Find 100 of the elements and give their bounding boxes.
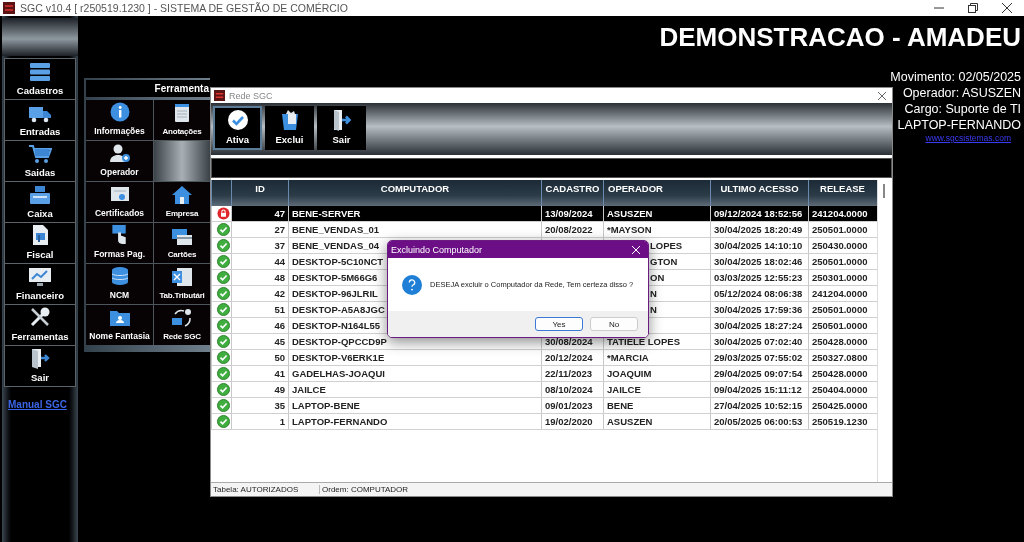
info-text: Movimento: 02/05/2025	[890, 69, 1021, 85]
table-cell: 20/05/2025 06:00:53	[710, 414, 808, 429]
folder-user-icon	[108, 309, 131, 327]
restore-icon[interactable]	[968, 3, 978, 13]
network-users-icon	[170, 308, 194, 328]
table-cell: ASUSZEN	[603, 206, 710, 221]
table-cell: 47	[231, 206, 288, 221]
app-logo-icon	[3, 2, 15, 14]
cards-icon	[171, 228, 193, 246]
certificate-icon	[109, 186, 130, 204]
table-cell: DESKTOP-V6ERK1E	[288, 350, 541, 365]
toolbar-button[interactable]: Exclui	[265, 106, 314, 150]
question-icon	[402, 274, 422, 295]
info-text: Operador: ASUSZEN	[902, 85, 1021, 101]
sidebar-item[interactable]: Entradas	[5, 100, 75, 140]
table-cell: 51	[231, 302, 288, 317]
dialog-button[interactable]: No	[590, 317, 638, 331]
toolbar-button[interactable]: Sair	[317, 106, 366, 150]
table-row[interactable]: 50 DESKTOP-V6ERK1E 20/12/2024 *MARCIA 29/03/2025 07:55:02 250327.0800	[211, 350, 877, 366]
house-icon	[171, 185, 193, 205]
tool-tile[interactable]: Formas Pag.	[86, 223, 153, 263]
sidebar-item[interactable]: Ferramentas	[5, 305, 75, 345]
table-row[interactable]: 41 GADELHAS-JOAQUI 22/11/2023 JOAQUIM 29/04/2025 09:07:54 250428.0000	[211, 366, 877, 382]
exit-door-icon	[331, 109, 352, 131]
table-row[interactable]: 49 JAILCE 08/10/2024 JAILCE 09/04/2025 15:11:12 250404.0000	[211, 382, 877, 398]
table-cell: BENE-SERVER	[288, 206, 541, 221]
tool-tile[interactable]: Anotações	[154, 100, 210, 140]
table-cell: *MARCIA	[603, 350, 710, 365]
close-icon[interactable]	[1002, 3, 1012, 13]
truck-icon	[28, 105, 52, 123]
tool-tile[interactable]: Tab.Tributári	[154, 264, 210, 304]
table-cell: 20/08/2022	[541, 222, 603, 237]
tool-tile[interactable]: Certificados	[86, 182, 153, 222]
tool-tile[interactable]: Empresa	[154, 182, 210, 222]
table-cell: 30/04/2025 07:02:40	[710, 334, 808, 349]
table-cell: 49	[231, 382, 288, 397]
sidebar-item[interactable]: Saidas	[5, 141, 75, 181]
table-cell: BENE_VENDAS_01	[288, 222, 541, 237]
sidebar-item[interactable]: Financeiro	[5, 264, 75, 304]
tools-icon	[29, 306, 51, 328]
exit-door-icon	[29, 347, 51, 369]
dialog-button[interactable]: Yes	[535, 317, 583, 331]
table-cell: LAPTOP-FERNANDO	[288, 414, 541, 429]
table-cell: 09/01/2023	[541, 398, 603, 413]
tool-tile[interactable]: Cartões	[154, 223, 210, 263]
table-cell: 48	[231, 270, 288, 285]
table-cell: 30/04/2025 17:59:36	[710, 302, 808, 317]
table-cell: 20/12/2024	[541, 350, 603, 365]
tool-tile[interactable]: Rede SGC	[154, 305, 210, 345]
table-cell: 05/12/2024 08:06:38	[710, 286, 808, 301]
toolbar-button[interactable]: Ativa	[213, 106, 262, 150]
user-add-icon	[108, 143, 131, 163]
table-row[interactable]: 27 BENE_VENDAS_01 20/08/2022 *MAYSON 30/04/2025 18:20:49 250501.0000	[211, 222, 877, 238]
tool-tile[interactable]: Informações	[86, 100, 153, 140]
sidebar-item[interactable]: Fiscal	[5, 223, 75, 263]
table-cell: 45	[231, 334, 288, 349]
table-cell: 41	[231, 366, 288, 381]
table-cell: 03/03/2025 12:55:23	[710, 270, 808, 285]
table-cell: 22/11/2023	[541, 366, 603, 381]
tool-tile[interactable]: NCM	[86, 264, 153, 304]
spreadsheet-icon	[171, 267, 193, 287]
table-cell: 09/04/2025 15:11:12	[710, 382, 808, 397]
table-cell: 37	[231, 238, 288, 253]
document-icon	[31, 224, 49, 246]
info-text: Cargo: Suporte de TI	[904, 101, 1021, 117]
table-cell: GADELHAS-JOAQUI	[288, 366, 541, 381]
table-cell: ASUSZEN	[603, 414, 710, 429]
table-row[interactable]: 35 LAPTOP-BENE 09/01/2023 BENE 27/04/2025 10:52:15 250425.0000	[211, 398, 877, 414]
table-cell: 250425.0000	[808, 398, 876, 413]
panel-title: Ferramenta	[86, 80, 210, 97]
close-icon[interactable]	[878, 91, 886, 100]
table-cell: 30/04/2025 18:20:49	[710, 222, 808, 237]
monitor-chart-icon	[28, 267, 52, 287]
sidebar-item[interactable]: Sair	[5, 346, 75, 386]
table-cell: 30/04/2025 18:27:24	[710, 318, 808, 333]
sidebar-item[interactable]: Cadastros	[5, 59, 75, 99]
table-cell: 250430.0000	[808, 238, 876, 253]
table-cell: JAILCE	[603, 382, 710, 397]
app-logo-icon	[214, 90, 225, 101]
table-cell: 27	[231, 222, 288, 237]
table-cell: 44	[231, 254, 288, 269]
table-cell: LAPTOP-BENE	[288, 398, 541, 413]
table-cell: BENE	[603, 398, 710, 413]
tool-tile[interactable]: Operador	[86, 141, 153, 181]
table-row[interactable]: 45 DESKTOP-QPCCD9P 30/08/2024 TATIELE LOPES 30/04/2025 07:02:40 250428.0000	[211, 334, 877, 350]
manual-link[interactable]: Manual SGC	[8, 399, 67, 410]
cart-icon	[28, 144, 52, 164]
table-cell: 241204.0000	[808, 286, 876, 301]
trash-bag-icon	[279, 109, 300, 131]
window-title: SGC v10.4 [ r250519.1230 ] - SISTEMA DE GESTÃO DE COMÉRCIO	[20, 2, 349, 14]
notepad-icon	[174, 103, 190, 123]
table-cell: 250501.0000	[808, 254, 876, 269]
tool-tile[interactable]: Nome Fantasia	[86, 305, 153, 345]
sidebar-item[interactable]: Caixa	[5, 182, 75, 222]
info-icon	[109, 102, 130, 122]
table-row[interactable]: 47 BENE-SERVER 13/09/2024 ASUSZEN 09/12/2024 18:52:56 241204.0000	[211, 206, 877, 222]
table-cell: 250501.0000	[808, 302, 876, 317]
table-cell: 250519.1230	[808, 414, 876, 429]
table-cell: 250501.0000	[808, 318, 876, 333]
table-row[interactable]: 1 LAPTOP-FERNANDO 19/02/2020 ASUSZEN 20/05/2025 06:00:53 250519.1230	[211, 414, 877, 430]
